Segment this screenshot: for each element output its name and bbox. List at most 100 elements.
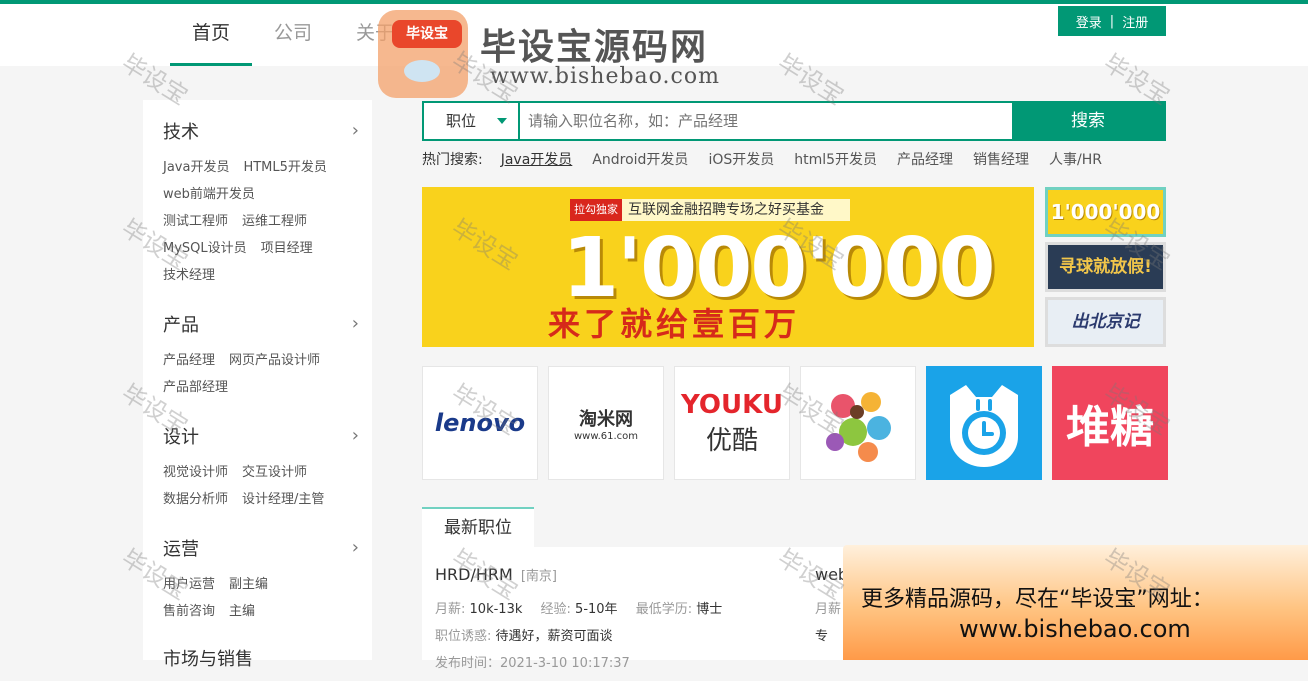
category-title[interactable]: 产品 [163,311,353,337]
company-logo-taomi[interactable]: 淘米网 www.61.com [548,366,664,480]
company-logo-shapes[interactable] [800,366,916,480]
hot-search-item[interactable]: html5开发员 [794,149,877,169]
perk-label: 职位诱惑: [435,629,492,644]
job-card[interactable]: HRD/HRM [南京] 月薪: 10k-13k 经验: 5-10年 最低学历: … [435,565,736,671]
banner-thumb-label: 1'000'000 [1050,200,1161,224]
category-link[interactable]: 用户运营 [163,577,215,592]
auth-separator: | [1109,13,1115,29]
perk-value: 待遇好，薪资可面谈 [495,629,613,644]
category-link[interactable]: MySQL设计员 [163,241,247,256]
taomi-name: 淘米网 [579,408,633,430]
job-city: [南京] [520,569,557,584]
category-links: 视觉设计师 交互设计师 数据分析师 设计经理/主管 [163,459,353,513]
taomi-url: www.61.com [573,430,639,442]
hot-search-item[interactable]: Android开发员 [592,149,688,169]
salary-value: 10k-13k [469,602,523,617]
youku-en: YOUKU [681,389,783,420]
category-design: 设计 › 视觉设计师 交互设计师 数据分析师 设计经理/主管 [163,423,359,513]
category-marketing: 市场与销售 [163,645,353,681]
category-link[interactable]: 售前咨询 [163,604,215,619]
exp-value: 5-10年 [575,602,618,617]
category-link[interactable]: 副主编 [229,577,268,592]
ad-line-2: www.bishebao.com [959,615,1191,643]
banner-thumb[interactable]: 寻球就放假! [1045,242,1166,292]
hot-search-item[interactable]: Java开发员 [501,149,573,169]
category-title[interactable]: 市场与销售 [163,645,353,671]
category-link[interactable]: Java开发员 [163,160,229,175]
company-logos: lenovo 淘米网 www.61.com YOUKU 优酷 堆糖 [422,366,1168,480]
hot-search-item[interactable]: 产品经理 [897,149,953,169]
colorful-shapes-icon [826,392,891,462]
category-title[interactable]: 运营 [163,535,353,561]
hot-searches: 热门搜索: Java开发员 Android开发员 iOS开发员 html5开发员… [422,149,1102,169]
category-link[interactable]: 产品部经理 [163,380,228,395]
promo-banner[interactable]: 拉勾独家 互联网金融招聘专场之好买基金 1'000'000 来了就给壹百万 [422,187,1034,347]
banner-thumb-label: 寻球就放假! [1059,257,1152,277]
banner-promo-strip: 拉勾独家 互联网金融招聘专场之好买基金 [570,199,850,221]
category-title[interactable]: 技术 [163,118,353,144]
register-link[interactable]: 注册 [1122,12,1148,31]
nav-home[interactable]: 首页 [170,4,253,66]
exp-label: 经验: [540,602,571,617]
banner-subline: 来了就给壹百万 [548,305,801,343]
lenovo-wordmark: lenovo [434,409,526,437]
duitang-wordmark: 堆糖 [1066,402,1154,453]
job-search-bar: 职位 搜索 [422,101,1166,141]
category-link[interactable]: 交互设计师 [242,465,307,480]
category-link[interactable]: 项目经理 [261,241,313,256]
search-input[interactable] [520,103,1012,139]
hot-search-item[interactable]: iOS开发员 [708,149,774,169]
search-type-select[interactable]: 职位 [424,103,520,139]
chevron-right-icon[interactable]: › [352,425,359,446]
youku-cn: 优酷 [705,425,758,456]
tab-latest-jobs[interactable]: 最新职位 [422,507,534,547]
category-link[interactable]: 数据分析师 [163,492,228,507]
category-tech: 技术 › Java开发员 HTML5开发员 web前端开发员 测试工程师 运维工程师… [163,118,359,289]
job-perk: 职位诱惑: 待遇好，薪资可面谈 [435,625,736,644]
salary-label: 月薪: [435,602,466,617]
category-link[interactable]: 主编 [229,604,255,619]
chevron-right-icon[interactable]: › [352,313,359,334]
category-link[interactable]: 运维工程师 [242,214,307,229]
hot-search-item[interactable]: 人事/HR [1049,149,1102,169]
banner-thumb[interactable]: 1'000'000 [1045,187,1166,237]
job-meta: 月薪: 10k-13k 经验: 5-10年 最低学历: 博士 [435,598,736,617]
category-link[interactable]: 设计经理/主管 [242,492,324,507]
search-button[interactable]: 搜索 [1012,103,1164,139]
company-logo-youku[interactable]: YOUKU 优酷 [674,366,790,480]
watermark-logo: 毕设宝 [374,8,474,100]
hot-search-label: 热门搜索: [422,152,483,168]
watermark-badge: 毕设宝 [392,20,462,48]
category-link[interactable]: HTML5开发员 [243,160,326,175]
category-title[interactable]: 设计 [163,423,353,449]
edu-label: 最低学历: [635,602,693,617]
banner-thumb[interactable]: 出北京记 [1045,297,1166,347]
jobs-tabs: 最新职位 [422,507,1166,547]
job-time: 发布时间：2021-3-10 10:17:37 [435,656,630,671]
nav-company[interactable]: 公司 [252,4,334,66]
category-link[interactable]: 测试工程师 [163,214,228,229]
banner-badge: 拉勾独家 [570,199,622,221]
hot-search-item[interactable]: 销售经理 [973,149,1029,169]
category-links: 用户运营 副主编 售前咨询 主编 [163,571,353,625]
job-title[interactable]: HRD/HRM [435,565,513,584]
chevron-right-icon[interactable]: › [352,120,359,141]
watermark-site-name: 毕设宝源码网 [480,27,709,68]
company-logo-lenovo[interactable]: lenovo [422,366,538,480]
login-link[interactable]: 登录 [1076,12,1102,31]
chevron-right-icon[interactable]: › [352,537,359,558]
category-link[interactable]: 视觉设计师 [163,465,228,480]
caret-down-icon [497,118,507,124]
company-logo-duitang[interactable]: 堆糖 [1052,366,1168,480]
banner-promo-text: 互联网金融招聘专场之好买基金 [628,202,824,218]
category-link[interactable]: 技术经理 [163,268,215,283]
edu-value: 博士 [696,602,723,617]
cat-clock-icon [950,385,1018,467]
category-link[interactable]: 网页产品设计师 [229,353,320,368]
watermark-eye-icon [404,60,440,82]
company-logo-clock-cat[interactable] [926,366,1042,480]
category-operations: 运营 › 用户运营 副主编 售前咨询 主编 [163,535,359,625]
category-link[interactable]: web前端开发员 [163,187,255,202]
ad-overlay[interactable]: 更多精品源码，尽在“毕设宝”网址： www.bishebao.com [843,545,1308,660]
category-link[interactable]: 产品经理 [163,353,215,368]
